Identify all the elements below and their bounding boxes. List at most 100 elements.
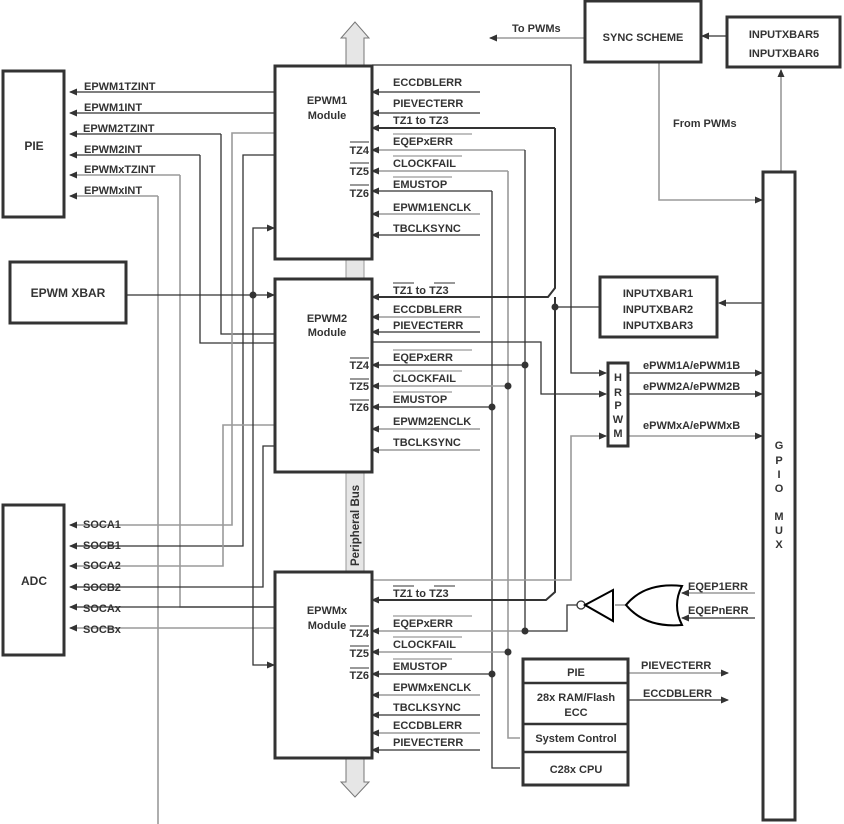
adc-signal-labels: SOCA1 SOCB1 SOCA2 SOCB2 SOCAx SOCBx <box>83 519 122 636</box>
hrpwm-output-label: ePWM2A/ePWM2B <box>643 381 740 393</box>
epwm1-input-label: ECCDBLERR <box>393 77 462 89</box>
sys-ram-label: 28x RAM/Flash <box>537 692 616 704</box>
epwm1-input-label: EMUSTOP <box>393 179 447 191</box>
epwm1-tz-range-label: TZ1 to TZ3 <box>393 115 449 127</box>
epwm1-title: EPWM1 <box>307 95 347 107</box>
hrpwm-letter: W <box>613 414 624 426</box>
system-output-label: ECCDBLERR <box>643 688 712 700</box>
hrpwm-letter: R <box>614 387 622 399</box>
pie-label: PIE <box>24 139 43 153</box>
epwm2-input-label: EQEPxERR <box>393 352 453 364</box>
sys-cpu-label: C28x CPU <box>550 764 603 776</box>
epwm1-input-label: CLOCKFAIL <box>393 158 456 170</box>
epwmx-tz6-pin: TZ6 <box>349 670 369 682</box>
epwm1-input-labels: ECCDBLERR PIEVECTERR TZ1 to TZ3 EQEPxERR… <box>393 77 472 235</box>
epwmx-title: EPWMx <box>307 605 348 617</box>
epwm1-tz5-pin: TZ5 <box>349 166 369 178</box>
epwmx-tz5-pin: TZ5 <box>349 648 369 660</box>
adc-label: ADC <box>21 574 47 588</box>
inputxbar56-block: INPUTXBAR5 INPUTXBAR6 <box>725 15 842 69</box>
epwmx-input-label: CLOCKFAIL <box>393 639 456 651</box>
inputxbar1-label: INPUTXBAR1 <box>623 288 693 300</box>
pie-block: PIE <box>1 69 66 219</box>
hrpwm-letter: M <box>613 428 622 440</box>
epwm1-input-label: TBCLKSYNC <box>393 223 461 235</box>
epwm2-input-label: CLOCKFAIL <box>393 373 456 385</box>
epwm2-tz4-pin: TZ4 <box>349 360 369 372</box>
pie-signal-label: EPWM2TZINT <box>83 123 155 135</box>
gpio-mux-letter: M <box>774 511 783 523</box>
epwmx-subtitle: Module <box>308 620 347 632</box>
eqep-input-label: EQEP1ERR <box>688 581 748 593</box>
epwmx-input-label: EQEPxERR <box>393 618 453 630</box>
from-pwms-label: From PWMs <box>673 118 737 130</box>
epwm1-tz6-pin: TZ6 <box>349 188 369 200</box>
epwm2-input-label: EPWM2ENCLK <box>393 416 471 428</box>
adc-signal-label: SOCA2 <box>83 560 121 572</box>
eqep-input-label: EQEPnERR <box>688 605 749 617</box>
hrpwm-letter: H <box>614 372 622 384</box>
epwm1-tz4-pin: TZ4 <box>349 145 369 157</box>
epwm-xbar-block: EPWM XBAR <box>8 260 128 325</box>
pie-signal-label: EPWM1TZINT <box>84 81 156 93</box>
epwmx-input-label: EMUSTOP <box>393 661 447 673</box>
pie-signal-label: EPWM1INT <box>84 102 142 114</box>
adc-signal-label: SOCBx <box>83 624 122 636</box>
epwm2-input-labels: TZ1 to TZ3 ECCDBLERR PIEVECTERR EQEPxERR… <box>393 282 472 449</box>
epwm2-input-label: ECCDBLERR <box>393 304 462 316</box>
adc-signal-label: SOCB1 <box>83 540 121 552</box>
epwmx-module: EPWMx Module TZ4 TZ5 TZ6 <box>273 570 374 760</box>
inputxbar3-label: INPUTXBAR3 <box>623 320 693 332</box>
inputxbar123-block: INPUTXBAR1 INPUTXBAR2 INPUTXBAR3 <box>598 275 719 339</box>
eqep-error-logic <box>576 584 684 627</box>
epwm1-input-label: EQEPxERR <box>393 136 453 148</box>
hrpwm-output-label: ePWMxA/ePWMxB <box>643 420 740 432</box>
sys-pie-label: PIE <box>567 667 585 679</box>
epwmx-input-label: TBCLKSYNC <box>393 702 461 714</box>
adc-block: ADC <box>1 503 66 657</box>
inputxbar5-label: INPUTXBAR5 <box>749 29 819 41</box>
system-output-label: PIEVECTERR <box>641 660 711 672</box>
pie-signal-labels: EPWM1TZINT EPWM1INT EPWM2TZINT EPWM2INT … <box>83 81 156 197</box>
epwm2-input-label: EMUSTOP <box>393 394 447 406</box>
gpio-mux-letter: P <box>775 455 782 467</box>
adc-signal-label: SOCA1 <box>83 519 121 531</box>
epwm1-input-label: PIEVECTERR <box>393 98 463 110</box>
epwmx-input-label: EPWMxENCLK <box>393 682 471 694</box>
bus-arrow-down-icon <box>339 757 371 798</box>
sync-scheme-block: SYNC SCHEME <box>583 0 703 64</box>
system-stack-block: PIE 28x RAM/Flash ECC System Control C28… <box>521 657 630 787</box>
eqep-input-labels: EQEP1ERR EQEPnERR <box>688 581 749 617</box>
bus-segment <box>345 258 365 280</box>
hrpwm-output-labels: ePWM1A/ePWM1B ePWM2A/ePWM2B ePWMxA/ePWMx… <box>643 360 740 432</box>
epwm2-title: EPWM2 <box>307 313 347 325</box>
sys-control-label: System Control <box>535 733 616 745</box>
epwm1-input-label: EPWM1ENCLK <box>393 202 471 214</box>
hrpwm-block: H R P W M <box>606 361 630 448</box>
hrpwm-output-label: ePWM1A/ePWM1B <box>643 360 740 372</box>
bus-arrow-up-icon <box>339 21 371 67</box>
pie-signal-label: EPWMxINT <box>84 185 142 197</box>
epwmx-tz-range-label: TZ1 to TZ3 <box>393 588 449 600</box>
sync-scheme-label: SYNC SCHEME <box>603 32 684 44</box>
epwm2-input-label: TBCLKSYNC <box>393 437 461 449</box>
epwm2-tz-range-label: TZ1 to TZ3 <box>393 285 449 297</box>
inverter-gate-icon <box>582 588 614 623</box>
epwm2-input-label: PIEVECTERR <box>393 320 463 332</box>
inputxbar6-label: INPUTXBAR6 <box>749 48 819 60</box>
or-gate-icon <box>624 584 684 627</box>
hrpwm-letter: P <box>614 400 621 412</box>
gpio-mux-letter: O <box>775 483 784 495</box>
sys-ecc-label: ECC <box>564 707 587 719</box>
to-pwms-label: To PWMs <box>512 23 561 35</box>
gpio-mux-letter: X <box>775 539 783 551</box>
inputxbar2-label: INPUTXBAR2 <box>623 304 693 316</box>
adc-signal-label: SOCB2 <box>83 582 121 594</box>
epwmx-input-label: ECCDBLERR <box>393 720 462 732</box>
gpio-mux-letter: I <box>777 469 780 481</box>
epwm1-module: EPWM1 Module TZ4 TZ5 TZ6 <box>273 64 374 261</box>
epwmx-input-labels: TZ1 to TZ3 EQEPxERR CLOCKFAIL EMUSTOP EP… <box>393 585 472 749</box>
epwmx-input-label: PIEVECTERR <box>393 737 463 749</box>
epwmx-tz4-pin: TZ4 <box>349 628 369 640</box>
epwm2-module: EPWM2 Module TZ4 TZ5 TZ6 <box>273 277 374 474</box>
